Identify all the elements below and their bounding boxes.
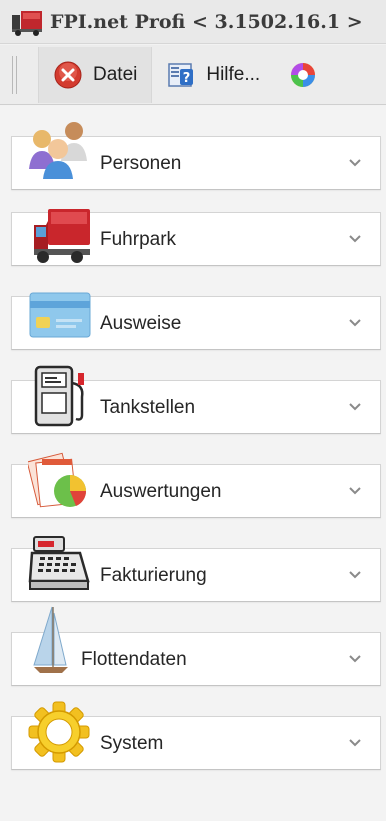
help-icon: ? [168, 62, 194, 87]
nav-group-label: Personen [100, 153, 182, 174]
nav-group-label: System [100, 733, 164, 754]
cash-register-icon [28, 536, 90, 590]
nav-group-auswertungen[interactable]: Auswertungen [11, 452, 381, 518]
nav-group-label: Flottendaten [81, 649, 187, 670]
nav-group-fuhrpark[interactable]: Fuhrpark [11, 209, 381, 266]
svg-text:?: ? [183, 71, 191, 86]
chevron-down-icon[interactable] [348, 738, 362, 748]
datei-button[interactable]: Datei [38, 46, 153, 103]
nav-group-label: Tankstellen [100, 397, 196, 418]
datei-label: Datei [93, 63, 138, 85]
people-icon [29, 122, 87, 179]
nav-group-tankstellen[interactable]: Tankstellen [11, 365, 381, 434]
chevron-down-icon[interactable] [348, 570, 362, 580]
hilfe-button[interactable]: ? Hilfe... [152, 47, 274, 103]
gear-icon [28, 701, 90, 763]
nav-group-personen[interactable]: Personen [11, 122, 381, 190]
nav-group-label: Fuhrpark [100, 229, 177, 250]
sailboat-icon [33, 606, 68, 673]
hilfe-label: Hilfe... [206, 63, 261, 85]
nav-group-fakturierung[interactable]: Fakturierung [11, 536, 381, 602]
nav-group-label: Fakturierung [100, 565, 207, 586]
title-bar: FPI.net Profi < 3.1502.16.1 > [0, 0, 386, 44]
color-wheel-icon [291, 62, 316, 87]
chevron-down-icon[interactable] [348, 318, 362, 328]
navigation-pane: Personen Fuhrpark Ausweise Tankstellen A… [0, 106, 386, 821]
window-title: FPI.net Profi < 3.1502.16.1 > [50, 10, 363, 33]
fuel-pump-icon [34, 365, 84, 427]
toolbar: Datei ? Hilfe... [0, 45, 386, 105]
truck-icon [34, 209, 90, 263]
close-circle-icon [54, 61, 82, 88]
chevron-down-icon[interactable] [348, 486, 362, 496]
chevron-down-icon[interactable] [348, 234, 362, 244]
nav-group-ausweise[interactable]: Ausweise [11, 292, 381, 350]
chevron-down-icon[interactable] [348, 158, 362, 168]
chevron-down-icon[interactable] [348, 654, 362, 664]
truck-app-icon [12, 10, 42, 36]
report-chart-icon [28, 452, 87, 508]
nav-group-label: Auswertungen [100, 481, 222, 502]
color-button[interactable] [274, 47, 342, 103]
nav-group-flottendaten[interactable]: Flottendaten [11, 606, 381, 686]
card-icon [29, 292, 91, 338]
chevron-down-icon[interactable] [348, 402, 362, 412]
toolbar-grip[interactable] [12, 55, 26, 94]
nav-group-system[interactable]: System [11, 701, 381, 770]
nav-group-label: Ausweise [100, 313, 182, 334]
